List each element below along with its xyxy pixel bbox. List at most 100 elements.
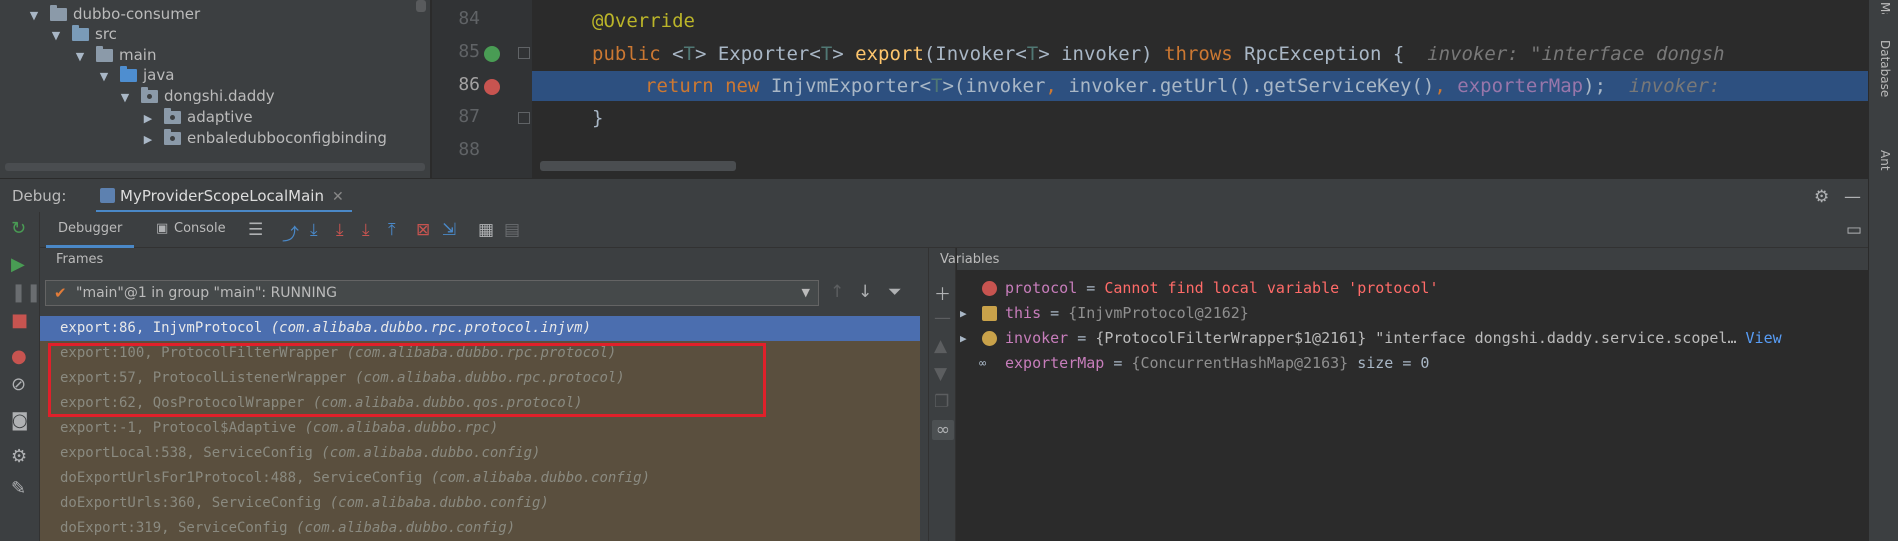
breakpoint-icon[interactable]	[484, 79, 500, 95]
force-step-into-icon[interactable]: ⤓	[362, 220, 370, 240]
parameter-icon	[982, 331, 997, 346]
minimize-icon[interactable]: —	[1844, 187, 1861, 207]
tree-item-label: src	[95, 25, 117, 43]
fold-marker-icon[interactable]	[518, 112, 530, 124]
implementing-method-icon[interactable]	[484, 46, 500, 62]
variables-panel: Variables protocol = Cannot find local v…	[940, 248, 1868, 541]
view-breakpoints-icon[interactable]: ●	[11, 346, 27, 367]
arrow-up-icon[interactable]: ↑	[830, 282, 844, 302]
pin-icon[interactable]: ✎	[11, 478, 26, 499]
database-tool-button[interactable]: Database	[1878, 40, 1892, 97]
tab-console[interactable]: ▣ Console	[150, 212, 238, 248]
variable-name: this	[1005, 304, 1042, 322]
variables-header: Variables	[940, 248, 1868, 270]
variable-row-this[interactable]: ▶ this = {InjvmProtocol@2162}	[957, 301, 1857, 326]
variable-value: {InjvmProtocol@2162}	[1068, 304, 1249, 322]
restore-layout-icon[interactable]: ▭	[1846, 220, 1862, 240]
arrow-down-icon[interactable]: ↓	[858, 282, 872, 302]
variable-name: invoker	[1005, 329, 1069, 347]
tree-item-label: main	[119, 46, 157, 64]
editor-horizontal-scrollbar[interactable]	[540, 161, 736, 171]
chevron-down-icon[interactable]: ▼	[74, 44, 86, 69]
move-up-icon[interactable]: ▲	[934, 336, 947, 356]
check-icon: ✔	[54, 284, 67, 302]
debug-session-tab[interactable]: MyProviderScopeLocalMain ✕	[96, 179, 352, 213]
tree-item-label: dubbo-consumer	[73, 5, 201, 23]
move-down-icon[interactable]: ▼	[934, 364, 947, 384]
chevron-down-icon[interactable]: ▼	[28, 3, 40, 28]
inline-value-hint: invoker: "interface dongsh	[1427, 43, 1725, 65]
frame-row[interactable]: doExport:319, ServiceConfig (com.alibaba…	[40, 516, 920, 541]
chevron-down-icon[interactable]: ▼	[119, 85, 131, 110]
variable-row-invoker[interactable]: ▶ invoker = {ProtocolFilterWrapper$1@216…	[957, 326, 1868, 351]
ant-tool-button[interactable]: Ant	[1878, 150, 1892, 171]
line-number: 86	[458, 74, 480, 95]
source-root-folder-icon	[120, 66, 137, 82]
debug-action-strip: ↻ ▶ ❚❚ ■ ● ⊘ ◙ ⚙ ✎	[0, 212, 41, 541]
chevron-down-icon[interactable]: ▼	[50, 23, 62, 48]
chevron-down-icon[interactable]: ▼	[98, 64, 110, 89]
step-into-icon[interactable]: ⤓	[336, 220, 344, 240]
line-number: 85	[458, 41, 480, 62]
project-tree: ▼ dubbo-consumer ▼ src ▼ main ▼ java ▼ dongsh…	[0, 0, 430, 178]
drop-frame-icon[interactable]: ⊠	[416, 220, 430, 240]
code-editor[interactable]: 84 85 86 87 88 @Override public <T> Expo…	[432, 0, 1868, 178]
frame-row[interactable]: export:86, InjvmProtocol (com.alibaba.du…	[40, 316, 920, 341]
run-to-cursor-icon[interactable]: ⇲	[442, 220, 456, 240]
rerun-icon[interactable]: ↻	[11, 218, 26, 239]
module-folder-icon	[50, 5, 67, 21]
chevron-right-icon[interactable]: ▶	[142, 127, 154, 152]
add-watch-icon[interactable]: ＋	[934, 280, 951, 305]
fold-marker-icon[interactable]	[518, 47, 530, 59]
session-tab-label: MyProviderScopeLocalMain	[120, 187, 324, 205]
variable-extra: size = 0	[1348, 354, 1430, 372]
tree-vertical-scrollbar[interactable]	[416, 0, 426, 12]
show-watches-icon[interactable]: ∞	[932, 420, 954, 440]
code-line-85: public <T> Exporter<T> export(Invoker<T>…	[592, 43, 1725, 65]
console-icon: ▣	[156, 221, 169, 236]
frames-vertical-scrollbar[interactable]	[920, 316, 928, 541]
resume-icon[interactable]: ▶	[11, 254, 25, 275]
filter-icon[interactable]: ⏷	[888, 282, 902, 302]
variable-value: {ConcurrentHashMap@2163}	[1131, 354, 1349, 372]
pause-icon[interactable]: ❚❚	[11, 282, 41, 303]
remove-watch-icon[interactable]: —	[934, 308, 951, 328]
maven-tool-button[interactable]: Maven	[1878, 2, 1892, 14]
variable-name: protocol	[1005, 279, 1078, 297]
tree-item-enbaledubboconfigbinding[interactable]: ▶ enbaledubboconfigbinding	[142, 126, 387, 151]
copy-icon[interactable]: ❐	[934, 392, 949, 412]
frame-row[interactable]: exportLocal:538, ServiceConfig (com.alib…	[40, 441, 920, 466]
thread-selector[interactable]: ✔ "main"@1 in group "main": RUNNING ▼	[45, 280, 819, 306]
variable-row-protocol[interactable]: protocol = Cannot find local variable 'p…	[957, 276, 1857, 301]
variable-name: exporterMap	[1005, 354, 1105, 372]
frame-row[interactable]: doExportUrlsFor1Protocol:488, ServiceCon…	[40, 466, 920, 491]
view-link[interactable]: View	[1746, 329, 1782, 347]
trace-icon[interactable]: ▤	[504, 220, 520, 240]
close-icon[interactable]: ✕	[332, 189, 344, 205]
variable-value: {ProtocolFilterWrapper$1@2161} "interfac…	[1095, 329, 1737, 347]
tree-horizontal-scrollbar[interactable]	[5, 163, 425, 171]
error-icon	[982, 281, 997, 296]
variables-toolbar: ＋ — ▲ ▼ ❐ ∞	[928, 248, 956, 541]
gear-icon[interactable]: ⚙	[1814, 187, 1829, 207]
step-over-icon[interactable]: ⤓	[310, 220, 318, 240]
frame-row[interactable]: doExportUrls:360, ServiceConfig (com.ali…	[40, 491, 920, 516]
package-icon	[164, 129, 181, 145]
frame-row[interactable]: export:-1, Protocol$Adaptive (com.alibab…	[40, 416, 920, 441]
tab-debugger[interactable]: Debugger	[46, 212, 135, 248]
show-execution-point-icon[interactable]: ⤴	[282, 220, 299, 245]
chevron-right-icon[interactable]: ▶	[960, 301, 967, 326]
line-number: 87	[458, 106, 480, 127]
settings-icon[interactable]: ⚙	[11, 446, 27, 467]
annotation-highlight-box	[48, 343, 766, 417]
chevron-right-icon[interactable]: ▶	[960, 326, 967, 351]
code-line-86: return new InjvmExporter<T>(invoker, inv…	[645, 75, 1721, 97]
stop-icon[interactable]: ■	[11, 310, 28, 331]
evaluate-expression-icon[interactable]: ▦	[478, 220, 494, 240]
run-config-icon	[100, 188, 115, 203]
step-out-icon[interactable]: ⤒	[388, 220, 396, 240]
mute-breakpoints-icon[interactable]: ⊘	[11, 374, 26, 395]
layout-icon[interactable]: ☰	[248, 220, 263, 240]
variable-row-exportermap[interactable]: ∞ exporterMap = {ConcurrentHashMap@2163}…	[957, 351, 1857, 376]
camera-icon[interactable]: ◙	[11, 410, 28, 431]
